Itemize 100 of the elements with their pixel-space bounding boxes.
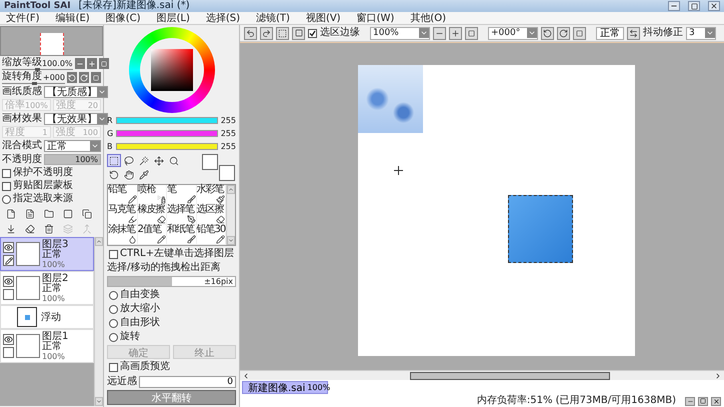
background-color-swatch[interactable] <box>219 165 235 181</box>
perspective-label: 远近感 <box>107 376 137 388</box>
perspective-field[interactable]: 0 <box>139 376 236 388</box>
menu-item[interactable]: 滤镜(T) <box>256 12 290 24</box>
redo-button[interactable] <box>260 26 273 40</box>
rotate-right-button[interactable] <box>79 72 89 83</box>
stabilizer-dropdown[interactable]: 3 <box>686 26 716 40</box>
menu-item[interactable]: 视图(V) <box>306 12 341 24</box>
document-tab[interactable]: 新建图像.sai 100% <box>242 381 328 394</box>
radio-button[interactable] <box>109 332 118 342</box>
radio-button[interactable] <box>2 194 11 204</box>
brush-button[interactable]: 铅笔 <box>108 185 138 205</box>
paper-texture-dropdown[interactable]: 【无质感】 <box>44 86 108 98</box>
layer-tool-button[interactable] <box>61 207 74 220</box>
tool-button[interactable] <box>122 168 136 181</box>
selected-photo-placeholder[interactable] <box>508 195 573 263</box>
menu-item[interactable]: 编辑(E) <box>56 12 90 24</box>
brush-texture-dropdown[interactable]: 【无效果】 <box>44 112 108 124</box>
brush-button[interactable]: 选区擦 <box>196 205 226 225</box>
radio-button[interactable] <box>109 290 118 300</box>
close-button[interactable] <box>708 1 720 11</box>
status-button[interactable] <box>711 396 721 406</box>
tool-button[interactable] <box>137 168 151 181</box>
brush-button[interactable]: 和纸笔 <box>167 225 196 245</box>
visibility-toggle[interactable] <box>3 242 14 253</box>
radio-button[interactable] <box>109 318 118 328</box>
layer-row[interactable]: 图层2 正常 100% <box>0 271 94 305</box>
menu-item[interactable]: 图层(L) <box>156 12 190 24</box>
status-button[interactable] <box>698 396 708 406</box>
scrollbar[interactable] <box>226 185 235 245</box>
deselect-button[interactable] <box>276 26 289 40</box>
opacity-slider[interactable]: 100% <box>44 154 101 165</box>
zoom-out-button[interactable] <box>74 58 85 69</box>
brush-button[interactable]: 橡皮擦 <box>138 205 167 225</box>
checkbox[interactable] <box>2 182 11 190</box>
brush-button[interactable]: 水彩笔 <box>196 185 226 205</box>
reset-button[interactable] <box>91 72 101 83</box>
brush-button[interactable]: 涂抹笔 <box>108 225 138 245</box>
checkbox[interactable] <box>2 168 11 178</box>
tool-button[interactable] <box>137 154 151 167</box>
zoom-dropdown[interactable]: 100% <box>370 26 430 40</box>
flip-button[interactable] <box>627 26 640 40</box>
angle-dropdown[interactable]: +000° <box>488 26 538 40</box>
checkbox[interactable] <box>109 362 118 372</box>
brush-button[interactable]: 铅笔30 <box>196 225 226 245</box>
tool-button[interactable] <box>122 154 136 167</box>
zoom-out-button[interactable] <box>433 26 446 40</box>
menu-item[interactable]: 选择(S) <box>206 12 240 24</box>
edit-toggle[interactable] <box>3 347 14 358</box>
menu-item[interactable]: 文件(F) <box>6 12 40 24</box>
view-slider[interactable]: 缩放等级100.0% <box>2 57 73 70</box>
rotate-left-button[interactable] <box>541 26 554 40</box>
brush-button[interactable]: 2值笔 <box>138 225 167 245</box>
reset-button[interactable] <box>573 26 586 40</box>
menu-item[interactable]: 其他(O) <box>410 12 446 24</box>
navigator-preview[interactable] <box>0 26 103 56</box>
tool-button[interactable] <box>107 168 121 181</box>
layer-row[interactable]: 图层3 正常 100% <box>0 237 94 271</box>
checkbox[interactable] <box>308 28 317 38</box>
canvas-page[interactable] <box>358 65 635 356</box>
checkbox[interactable] <box>109 250 118 258</box>
minimize-button[interactable] <box>668 1 680 11</box>
visibility-toggle[interactable] <box>3 334 14 345</box>
visibility-toggle[interactable] <box>3 276 14 287</box>
reset-button[interactable] <box>98 58 109 69</box>
rotate-left-button[interactable] <box>67 72 77 83</box>
foreground-color-swatch[interactable] <box>202 154 218 170</box>
undo-button[interactable] <box>244 26 257 40</box>
layer-tool-button[interactable] <box>23 222 36 235</box>
view-slider[interactable]: 旋转角度+000 <box>2 71 65 84</box>
selection-button[interactable] <box>292 26 305 40</box>
brush-button[interactable]: 马克笔 <box>108 205 138 225</box>
menu-item[interactable]: 图像(C) <box>106 12 140 24</box>
scrollbar[interactable] <box>94 237 103 406</box>
blend-mode-dropdown[interactable]: 正常 <box>44 140 101 152</box>
zoom-in-button[interactable] <box>449 26 462 40</box>
brush-button[interactable]: 选择笔 <box>167 205 196 225</box>
edit-toggle[interactable] <box>3 255 14 266</box>
horizontal-scrollbar[interactable] <box>240 370 724 380</box>
layer-row[interactable]: 图层1 正常 100% <box>0 329 94 363</box>
brush-button[interactable]: 喷枪 <box>138 185 167 205</box>
slider-thumb[interactable] <box>32 82 36 85</box>
tool-button[interactable] <box>167 154 181 167</box>
drag-distance-slider[interactable]: ±16pix <box>107 276 236 287</box>
reset-button[interactable] <box>465 26 478 40</box>
brush-button[interactable]: 笔 <box>167 185 196 205</box>
maximize-button[interactable] <box>688 1 700 11</box>
zoom-in-button[interactable] <box>86 58 97 69</box>
layer-tool-button[interactable] <box>80 207 93 220</box>
layer-tool-button[interactable] <box>42 207 55 220</box>
slider-thumb[interactable] <box>35 68 40 71</box>
edit-toggle[interactable] <box>3 289 14 300</box>
tool-button[interactable] <box>152 154 166 167</box>
layer-tool-button[interactable] <box>42 222 55 235</box>
menu-item[interactable]: 窗口(W) <box>356 12 394 24</box>
floating-layer-row[interactable]: 浮动 <box>0 305 94 329</box>
mode-button[interactable]: 正常 <box>596 26 624 40</box>
rotate-right-button[interactable] <box>557 26 570 40</box>
tool-button[interactable] <box>107 154 121 167</box>
radio-button[interactable] <box>109 304 118 314</box>
